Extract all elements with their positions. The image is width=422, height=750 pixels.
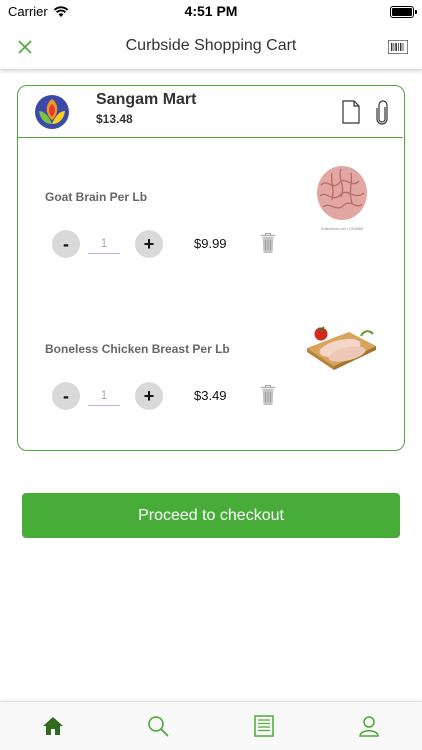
battery-icon [390,6,417,18]
home-icon [43,717,63,735]
item-price: $3.49 [194,388,227,403]
tab-bar [0,701,422,750]
page-title: Curbside Shopping Cart [125,37,297,54]
store-total: $13.48 [96,112,133,126]
barcode-icon [388,40,408,54]
store-name: Sangam Mart [96,91,197,108]
status-bar: Carrier 4:51 PM [0,0,422,24]
item-name: Boneless Chicken Breast Per Lb [45,342,230,356]
proceed-to-checkout-button[interactable]: Proceed to checkout [22,493,400,538]
nav-bar: Curbside Shopping Cart [0,24,422,70]
list-icon [254,715,274,737]
user-icon [359,716,379,737]
trash-icon[interactable] [260,384,276,406]
barcode-button[interactable] [386,36,410,58]
increase-quantity-button[interactable]: + [135,382,163,410]
document-icon[interactable] [342,100,360,124]
cart-item: Goat Brain Per Lb ShutterStock.com • 100… [18,146,403,296]
status-time: 4:51 PM [184,3,238,19]
quantity-input[interactable]: 1 [88,232,120,254]
paperclip-icon[interactable] [374,100,390,126]
tab-home[interactable] [39,712,67,740]
item-name: Goat Brain Per Lb [45,190,148,204]
decrease-quantity-button[interactable]: - [52,382,80,410]
decrease-quantity-button[interactable]: - [52,230,80,258]
item-image: ShutterStock.com • 10026566 [313,160,371,232]
tab-account[interactable] [355,712,383,740]
store-header: Sangam Mart $13.48 [18,86,403,138]
tab-orders[interactable] [250,712,278,740]
search-icon [148,716,169,737]
svg-text:ShutterStock.com • 10026566: ShutterStock.com • 10026566 [321,227,363,231]
store-logo [35,95,69,129]
increase-quantity-button[interactable]: + [135,230,163,258]
item-price: $9.99 [194,236,227,251]
trash-icon[interactable] [260,232,276,254]
quantity-input[interactable]: 1 [88,384,120,406]
store-cart-card: Sangam Mart $13.48 Goat Brain Per Lb Shu… [17,85,405,451]
tab-search[interactable] [144,712,172,740]
cart-item: Boneless Chicken Breast Per Lb - 1 + $3.… [18,296,403,446]
item-image [307,326,376,370]
